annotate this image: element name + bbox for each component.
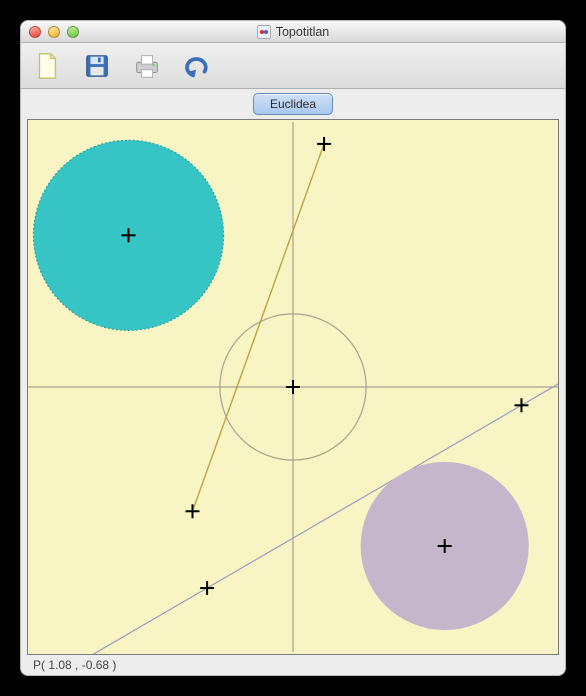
app-icon [257, 25, 271, 39]
titlebar[interactable]: Topotitlan [21, 21, 565, 43]
undo-button[interactable] [179, 48, 215, 84]
canvas-svg [28, 120, 558, 654]
tab-euclidea[interactable]: Euclidea [253, 93, 333, 115]
window-controls [21, 26, 79, 38]
undo-icon [182, 51, 212, 81]
app-window: Topotitlan [20, 20, 566, 676]
floppy-icon [82, 51, 112, 81]
zoom-icon[interactable] [67, 26, 79, 38]
save-button[interactable] [79, 48, 115, 84]
tab-label: Euclidea [270, 97, 316, 111]
geometry-canvas[interactable] [27, 119, 559, 655]
tabbar: Euclidea [21, 89, 565, 115]
statusbar: P( 1.08 , -0.68 ) [27, 655, 559, 675]
new-button[interactable] [29, 48, 65, 84]
printer-icon [132, 51, 162, 81]
close-icon[interactable] [29, 26, 41, 38]
print-button[interactable] [129, 48, 165, 84]
toolbar [21, 43, 565, 89]
minimize-icon[interactable] [48, 26, 60, 38]
canvas-area: P( 1.08 , -0.68 ) [21, 115, 565, 675]
cursor-coordinates: P( 1.08 , -0.68 ) [33, 658, 116, 672]
window-title-text: Topotitlan [276, 25, 330, 39]
window-title: Topotitlan [21, 25, 565, 39]
page-icon [32, 51, 62, 81]
